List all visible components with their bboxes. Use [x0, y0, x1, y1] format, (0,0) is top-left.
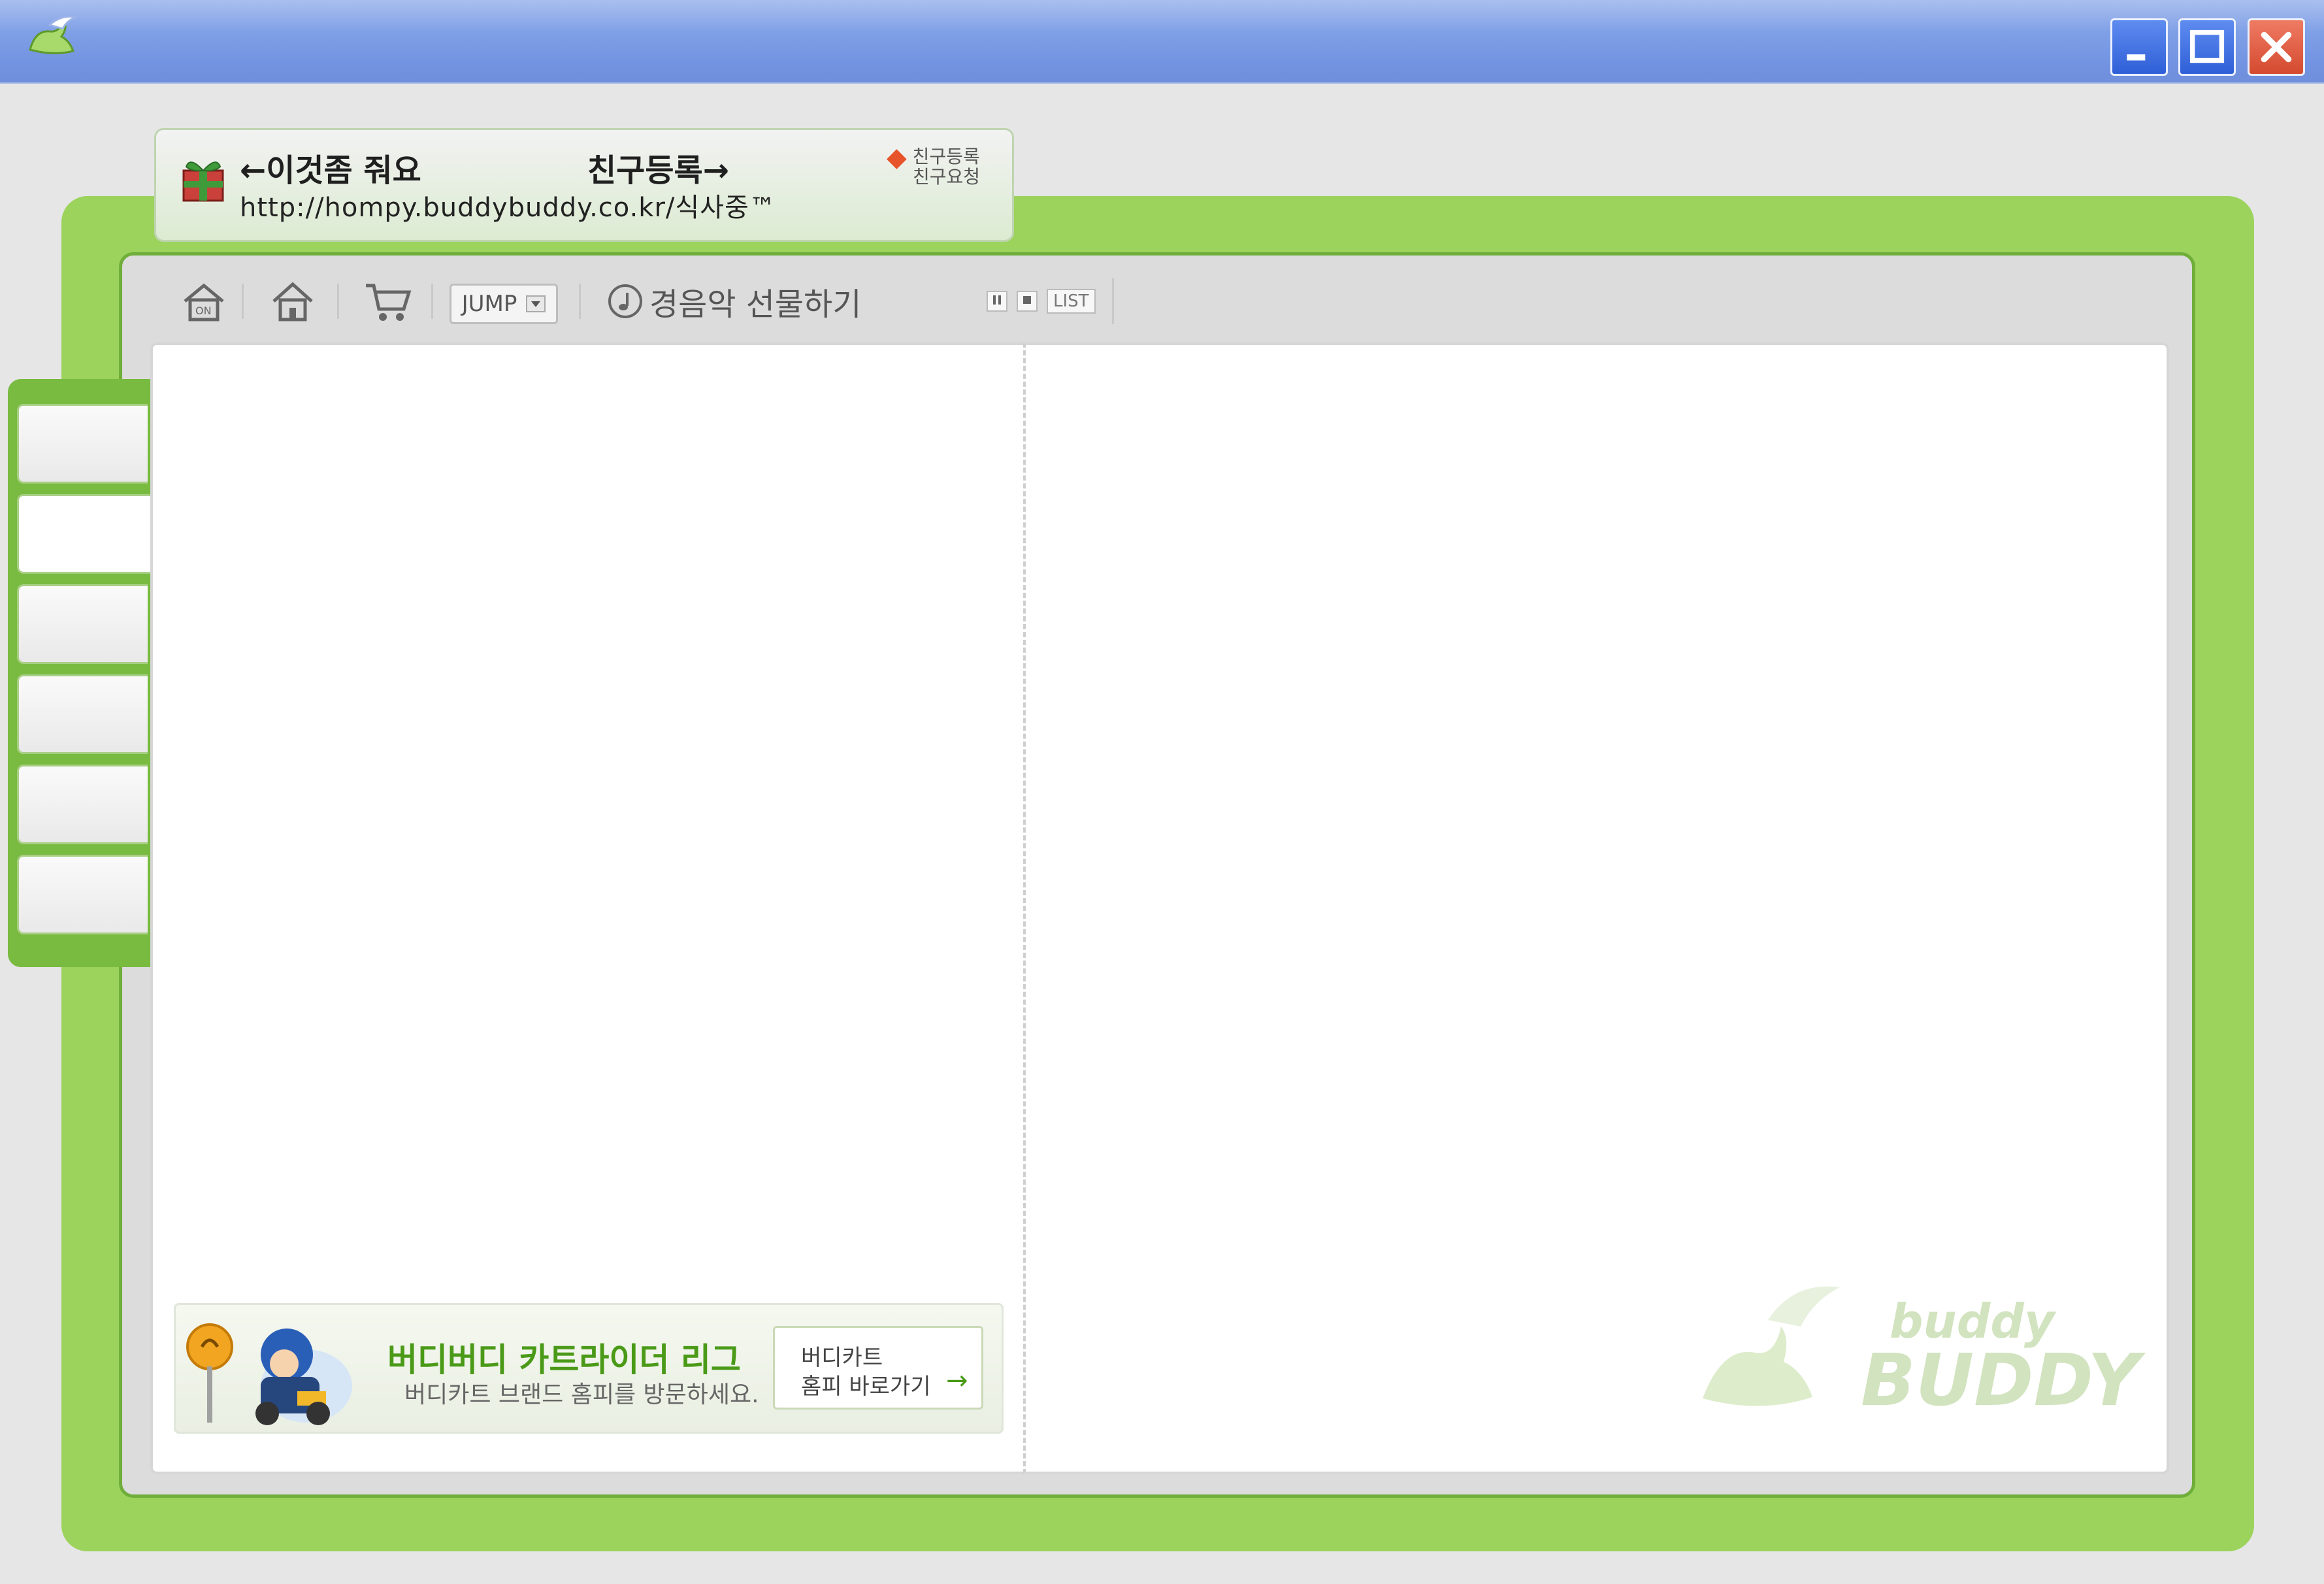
sidebar-tab-3[interactable]	[17, 584, 148, 664]
title-bar	[0, 0, 2324, 84]
music-gift-label: 경음악 선물하기	[649, 286, 862, 323]
sidebar-tab-4[interactable]	[17, 674, 148, 754]
minimize-button[interactable]	[2110, 18, 2168, 76]
house-icon	[272, 282, 313, 322]
cart-button[interactable]	[362, 276, 414, 328]
arrow-right-icon: →	[946, 1366, 968, 1396]
pause-button[interactable]	[987, 291, 1007, 312]
music-note-icon	[608, 284, 642, 318]
buddybuddy-watermark-logo: buddy BUDDY	[1690, 1268, 2140, 1438]
badge-line1: 친구등록	[912, 146, 980, 167]
sidebar-tab-6[interactable]	[17, 855, 148, 934]
music-gift-button[interactable]: 경음악 선물하기	[608, 278, 861, 324]
buddybuddy-boot-icon	[17, 12, 89, 71]
sidebar-tab-1[interactable]	[17, 404, 148, 484]
friend-badge[interactable]: ◆ 친구등록 친구요청	[887, 144, 981, 188]
diamond-icon: ◆	[887, 142, 907, 173]
friend-notification[interactable]: ←이것좀 줘요 친구등록→ http://hompy.buddybuddy.co…	[154, 128, 1014, 242]
toolbar: ON JUMP 경음악 선물하기 LIST	[157, 267, 1124, 338]
sidebar-tab-2[interactable]	[17, 494, 158, 574]
playlist-button[interactable]: LIST	[1047, 289, 1096, 314]
banner-subtitle: 버디카트 브랜드 홈피를 방문하세요.	[404, 1381, 759, 1408]
close-button[interactable]	[2248, 18, 2305, 76]
toolbar-divider	[431, 284, 433, 319]
maximize-icon	[2189, 29, 2225, 63]
friend-register-link[interactable]: 친구등록→	[587, 144, 729, 190]
homepage-url: http://hompy.buddybuddy.co.kr/식사중™	[240, 193, 776, 223]
cart-icon	[366, 284, 412, 321]
pause-icon	[993, 295, 1001, 305]
gift-icon	[177, 154, 229, 206]
banner-title: 버디버디 카트라이더 리그	[387, 1341, 741, 1379]
jump-dropdown[interactable]: JUMP	[450, 284, 558, 324]
kartrider-league-banner[interactable]: 버디버디 카트라이더 리그 버디카트 브랜드 홈피를 방문하세요. 버디카트 홈…	[174, 1303, 1004, 1434]
maximize-button[interactable]	[2178, 18, 2236, 76]
give-request-link[interactable]: ←이것좀 줘요	[240, 144, 421, 190]
toolbar-divider	[242, 284, 244, 319]
chevron-down-icon	[526, 295, 546, 312]
toolbar-divider	[1112, 278, 1114, 324]
sidebar-tab-5[interactable]	[17, 765, 148, 844]
visit-kart-homepage-button[interactable]: 버디카트 홈피 바로가기 →	[773, 1326, 983, 1410]
stop-icon	[1023, 296, 1031, 304]
close-icon	[2261, 31, 2292, 63]
watermark-buddy-large: BUDDY	[1861, 1338, 2140, 1422]
svg-text:ON: ON	[195, 305, 212, 317]
stop-button[interactable]	[1017, 291, 1038, 312]
button-line2: 홈피 바로가기	[801, 1374, 931, 1400]
list-label: LIST	[1053, 291, 1089, 311]
boot-wing-icon	[1703, 1286, 1840, 1406]
minimize-icon	[2127, 54, 2146, 61]
house-button[interactable]	[268, 276, 318, 328]
toolbar-divider	[337, 284, 339, 319]
toolbar-divider	[579, 284, 581, 319]
jump-label: JUMP	[461, 291, 517, 317]
music-player-controls: LIST	[987, 289, 1096, 314]
kart-character-image	[182, 1314, 385, 1429]
button-line1: 버디카트	[801, 1345, 883, 1371]
mini-home-button[interactable]: ON	[179, 276, 229, 328]
home-icon: ON	[184, 283, 224, 322]
badge-line2: 친구요청	[913, 166, 981, 188]
